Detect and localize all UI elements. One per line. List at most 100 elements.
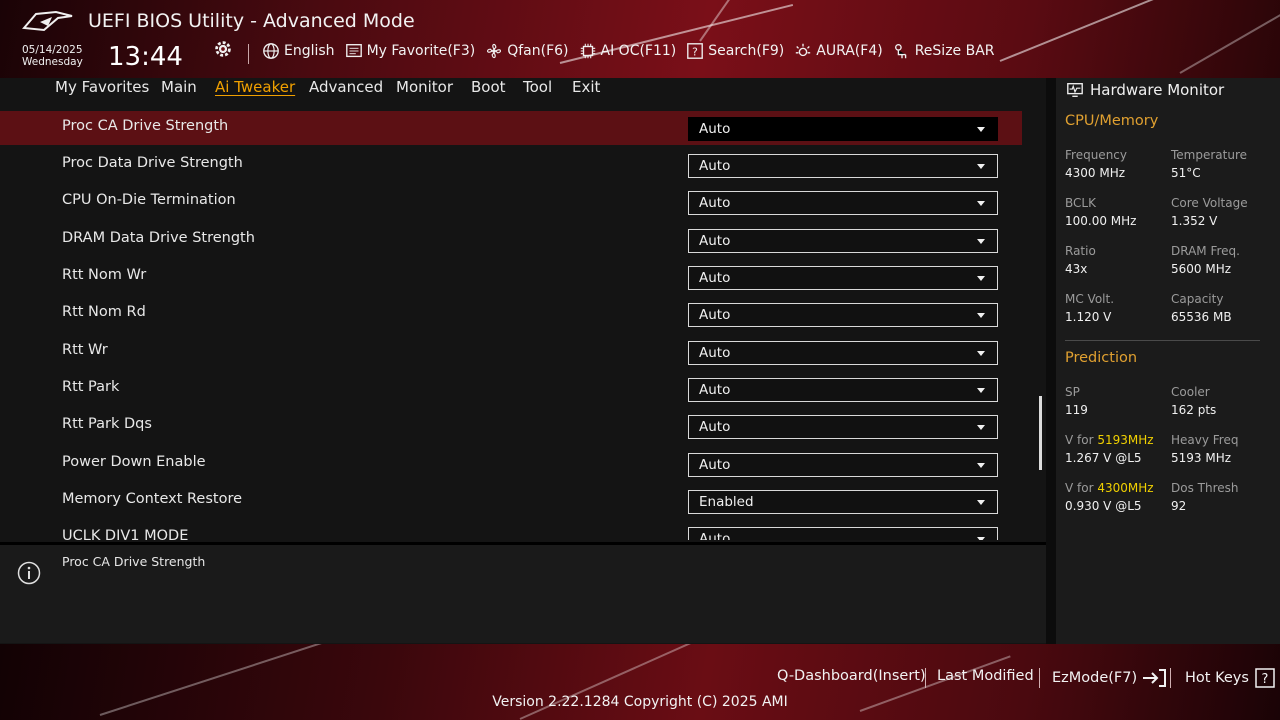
setting-label: DRAM Data Drive Strength	[62, 230, 255, 246]
setting-dropdown[interactable]: Auto	[688, 453, 998, 477]
v-for-high-value: 1.267 V @L5	[1065, 451, 1142, 465]
language-button[interactable]: English	[262, 42, 335, 60]
search-button[interactable]: ? Search(F9)	[686, 42, 784, 60]
favorite-list-icon	[345, 44, 362, 58]
ratio-value: 43x	[1065, 262, 1088, 276]
bclk-label: BCLK	[1065, 196, 1096, 210]
setting-label: Proc Data Drive Strength	[62, 155, 243, 171]
qfan-label: Qfan(F6)	[507, 43, 569, 59]
ai-oc-label: AI OC(F11)	[600, 43, 677, 59]
core-voltage-label: Core Voltage	[1171, 196, 1248, 210]
setting-label: Power Down Enable	[62, 454, 206, 470]
language-label: English	[284, 43, 335, 59]
tab-advanced[interactable]: Advanced	[309, 78, 383, 96]
setting-dropdown[interactable]: Enabled	[688, 490, 998, 514]
setting-dropdown[interactable]: Auto	[688, 527, 998, 540]
my-favorite-button[interactable]: My Favorite(F3)	[345, 42, 475, 60]
dropdown-arrow-icon	[977, 425, 985, 430]
hot-keys-button[interactable]: Hot Keys ?	[1185, 668, 1275, 688]
setting-dropdown[interactable]: Auto	[688, 303, 998, 327]
setting-row[interactable]: Rtt Park Dqs Auto	[0, 409, 1022, 443]
resize-bar-icon	[894, 44, 906, 59]
dropdown-value: Enabled	[699, 494, 754, 510]
setting-row[interactable]: Proc CA Drive Strength Auto	[0, 111, 1022, 145]
setting-row[interactable]: Rtt Nom Rd Auto	[0, 297, 1022, 331]
dropdown-value: Auto	[699, 531, 731, 540]
svg-text:?: ?	[692, 46, 698, 59]
tab-my-favorites[interactable]: My Favorites	[55, 78, 149, 96]
dropdown-value: Auto	[699, 419, 731, 435]
clock-display[interactable]: 13:44	[108, 42, 183, 72]
dropdown-value: Auto	[699, 158, 731, 174]
q-dashboard-button[interactable]: Q-Dashboard(Insert)	[777, 668, 926, 684]
setting-dropdown[interactable]: Auto	[688, 341, 998, 365]
help-panel: Proc CA Drive Strength	[0, 545, 1046, 643]
mc-volt-value: 1.120 V	[1065, 310, 1112, 324]
setting-row[interactable]: DRAM Data Drive Strength Auto	[0, 223, 1022, 257]
tab-monitor[interactable]: Monitor	[396, 78, 453, 96]
qfan-button[interactable]: Qfan(F6)	[485, 42, 569, 60]
setting-row[interactable]: Proc Data Drive Strength Auto	[0, 148, 1022, 182]
tab-tool[interactable]: Tool	[523, 78, 552, 96]
aura-label: AURA(F4)	[816, 43, 883, 59]
cooler-label: Cooler	[1171, 385, 1210, 399]
heavy-freq-value: 5193 MHz	[1171, 451, 1232, 465]
dropdown-arrow-icon	[977, 463, 985, 468]
tab-ai-tweaker[interactable]: Ai Tweaker	[215, 78, 295, 96]
ezmode-label: EzMode(F7)	[1052, 670, 1138, 686]
gear-icon[interactable]	[212, 38, 234, 60]
panel-gap	[1046, 78, 1056, 644]
setting-row[interactable]: Rtt Wr Auto	[0, 335, 1022, 369]
setting-dropdown[interactable]: Auto	[688, 415, 998, 439]
hardware-monitor-title: Hardware Monitor	[1090, 81, 1225, 99]
sp-value: 119	[1065, 403, 1088, 417]
dropdown-arrow-icon	[977, 537, 985, 540]
hardware-monitor-header: Hardware Monitor	[1066, 78, 1276, 102]
resize-bar-button[interactable]: ReSize BAR	[893, 42, 995, 60]
chip-icon	[580, 43, 595, 59]
dropdown-arrow-icon	[977, 388, 985, 393]
setting-dropdown[interactable]: Auto	[688, 191, 998, 215]
setting-row[interactable]: Rtt Park Auto	[0, 372, 1022, 406]
setting-label: Rtt Park Dqs	[62, 416, 152, 432]
help-text: Proc CA Drive Strength	[62, 554, 206, 569]
setting-dropdown[interactable]: Auto	[688, 154, 998, 178]
app-title: UEFI BIOS Utility - Advanced Mode	[88, 10, 415, 32]
setting-dropdown[interactable]: Auto	[688, 266, 998, 290]
setting-row[interactable]: Power Down Enable Auto	[0, 447, 1022, 481]
v-for-prefix: V for	[1065, 433, 1094, 447]
setting-row[interactable]: UCLK DIV1 MODE Auto	[0, 521, 1022, 540]
tab-exit[interactable]: Exit	[572, 78, 600, 96]
dropdown-value: Auto	[699, 195, 731, 211]
search-label: Search(F9)	[708, 43, 785, 59]
setting-row[interactable]: Rtt Nom Wr Auto	[0, 260, 1022, 294]
setting-dropdown[interactable]: Auto	[688, 378, 998, 402]
tab-main[interactable]: Main	[161, 78, 197, 96]
ezmode-button[interactable]: EzMode(F7)	[1052, 668, 1167, 688]
dropdown-value: Auto	[699, 457, 731, 473]
dropdown-arrow-icon	[977, 164, 985, 169]
footer-separator	[1170, 668, 1171, 688]
dropdown-arrow-icon	[977, 313, 985, 318]
date-display[interactable]: 05/14/2025 Wednesday	[22, 44, 83, 68]
last-modified-button[interactable]: Last Modified	[937, 668, 1034, 684]
dos-thresh-label: Dos Thresh	[1171, 481, 1239, 495]
setting-dropdown[interactable]: Auto	[688, 229, 998, 253]
setting-dropdown[interactable]: Auto	[688, 117, 998, 141]
dropdown-arrow-icon	[977, 276, 985, 281]
aura-button[interactable]: AURA(F4)	[794, 42, 883, 60]
svg-text:?: ?	[1261, 672, 1268, 687]
ai-oc-button[interactable]: AI OC(F11)	[579, 42, 677, 60]
setting-row[interactable]: Memory Context Restore Enabled	[0, 484, 1022, 518]
tab-boot[interactable]: Boot	[471, 78, 506, 96]
setting-label: Rtt Park	[62, 379, 120, 395]
setting-label: Rtt Nom Wr	[62, 267, 147, 283]
weekday-text: Wednesday	[22, 56, 83, 68]
setting-row[interactable]: CPU On-Die Termination Auto	[0, 185, 1022, 219]
settings-scrollbar[interactable]	[1039, 396, 1042, 470]
footer-separator	[925, 668, 926, 688]
bios-screen: UEFI BIOS Utility - Advanced Mode 05/14/…	[0, 0, 1280, 720]
footer-separator	[1039, 668, 1040, 688]
frequency-label: Frequency	[1065, 148, 1127, 162]
settings-list: Proc CA Drive Strength Auto Proc Data Dr…	[0, 108, 1046, 540]
